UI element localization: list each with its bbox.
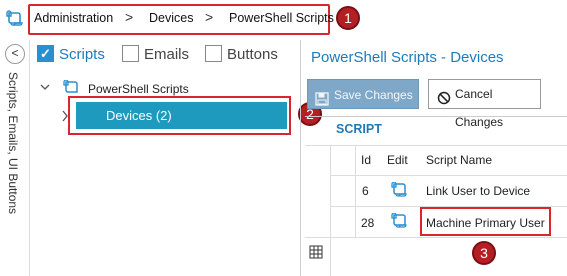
filter-scripts-label[interactable]: Scripts — [59, 46, 105, 63]
filter-buttons-label[interactable]: Buttons — [227, 46, 278, 63]
cancel-changes-button[interactable]: Cancel Changes — [428, 79, 541, 129]
save-icon — [315, 87, 329, 117]
row-script-name: Machine Primary User — [426, 216, 545, 230]
tree-node-devices[interactable]: Devices (2) — [76, 102, 287, 129]
callout-badge-3: 3 — [472, 241, 496, 265]
save-changes-label: Save Changes — [334, 88, 413, 102]
column-header-edit[interactable]: Edit — [387, 153, 408, 167]
script-icon — [6, 10, 24, 28]
row-script-name: Link User to Device — [426, 184, 531, 198]
column-header-script-name[interactable]: Script Name — [426, 153, 492, 167]
grid-divider — [305, 145, 567, 146]
row-id: 6 — [362, 184, 369, 198]
panel-divider[interactable] — [300, 40, 301, 276]
breadcrumb-item-administration[interactable]: Administration — [34, 11, 113, 25]
grid-title: SCRIPT — [336, 122, 382, 136]
edit-script-icon[interactable] — [391, 212, 409, 232]
grid-divider — [355, 145, 356, 237]
save-changes-button[interactable]: Save Changes — [307, 79, 419, 109]
tree-root-label[interactable]: PowerShell Scripts — [88, 82, 189, 96]
callout-badge-1: 1 — [336, 6, 360, 30]
chevron-right-icon: > — [205, 9, 214, 25]
breadcrumb-item-powershell-scripts[interactable]: PowerShell Scripts — [229, 11, 334, 25]
rail-label: Scripts, Emails, UI Buttons — [6, 72, 20, 215]
grid-row-divider — [305, 237, 567, 238]
column-header-id[interactable]: Id — [361, 153, 371, 167]
grid-settings-icon[interactable] — [309, 245, 323, 262]
checkbox-icon[interactable] — [122, 45, 139, 62]
breadcrumb-item-devices[interactable]: Devices — [149, 11, 193, 25]
row-id: 28 — [361, 216, 375, 230]
checkbox-icon[interactable]: ✓ — [37, 45, 54, 62]
checkbox-icon[interactable] — [205, 45, 222, 62]
filter-emails-label[interactable]: Emails — [144, 46, 189, 63]
chevron-left-icon[interactable]: < — [5, 44, 25, 64]
page-title: PowerShell Scripts - Devices — [311, 49, 504, 66]
edit-script-icon[interactable] — [391, 181, 409, 201]
chevron-down-icon[interactable] — [40, 82, 50, 95]
cancel-icon — [437, 87, 451, 115]
chevron-right-icon: > — [125, 9, 134, 25]
